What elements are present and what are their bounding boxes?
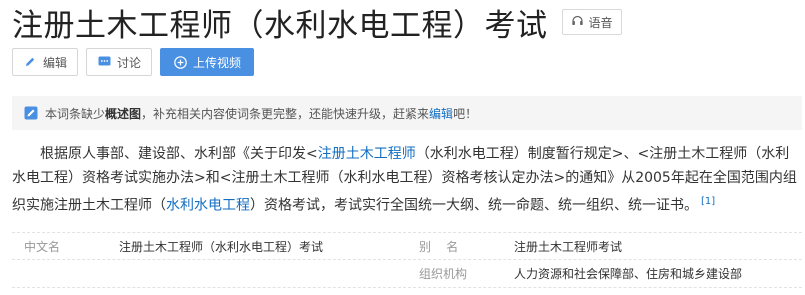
- speaker-icon: [571, 14, 589, 30]
- info-value-organization: 人力资源和社会保障部、住房和城乡建设部: [514, 267, 743, 281]
- discuss-button[interactable]: 讨论: [86, 48, 153, 76]
- upload-video-button[interactable]: 上传视频: [160, 48, 255, 76]
- info-row: 组织机构 人力资源和社会保障部、住房和城乡建设部: [12, 260, 802, 288]
- notice-middle: ，补充相关内容使词条更完整，还能快速升级，赶紧来: [141, 106, 430, 121]
- edit-button[interactable]: 编辑: [12, 48, 79, 76]
- notice-suffix: 吧！: [453, 106, 478, 121]
- para-text-1: 根据原人事部、建设部、水利部《关于印发<: [40, 146, 318, 162]
- toolbar: 编辑 讨论 上传视频: [12, 48, 255, 76]
- notice-bold: 概述图: [105, 106, 142, 121]
- info-value-chinese-name: 注册土木工程师（水利水电工程）考试: [119, 239, 324, 254]
- voice-button[interactable]: 语音: [561, 9, 622, 35]
- info-key-chinese-name: 中文名: [24, 239, 61, 254]
- notice-edit-link[interactable]: 编辑: [429, 105, 453, 122]
- edit-label: 编辑: [43, 55, 68, 70]
- summary-paragraph: 根据原人事部、建设部、水利部《关于印发<注册土木工程师（水利水电工程）制度暂行规…: [12, 142, 802, 218]
- para-text-3: ）资格考试，考试实行全国统一大纲、统一命题、统一组织、统一证书。: [250, 197, 698, 214]
- link-civil-engineer[interactable]: 注册土木工程师: [318, 146, 416, 162]
- chat-icon: [97, 55, 111, 69]
- edit-note-icon: [24, 106, 38, 120]
- discuss-label: 讨论: [117, 55, 142, 70]
- info-row: 中文名 注册土木工程师（水利水电工程）考试 别 名 注册土木工程师考试: [12, 232, 802, 260]
- title-row: 注册土木工程师（水利水电工程）考试 语音: [12, 0, 622, 44]
- plus-circle-icon: [173, 55, 187, 69]
- link-water-conservancy[interactable]: 水利水电工程: [166, 198, 250, 214]
- missing-image-notice: 本词条缺少 概述图 ，补充相关内容使词条更完整，还能快速升级，赶紧来 编辑 吧！: [12, 96, 802, 130]
- pencil-icon: [23, 55, 37, 69]
- upload-video-label: 上传视频: [193, 55, 242, 70]
- info-key-organization: 组织机构: [419, 267, 468, 281]
- page-title: 注册土木工程师（水利水电工程）考试: [12, 7, 548, 44]
- info-key-alias: 别 名: [419, 239, 459, 254]
- notice-prefix: 本词条缺少: [45, 106, 106, 121]
- info-value-alias: 注册土木工程师考试: [514, 239, 623, 254]
- voice-label: 语音: [588, 15, 613, 30]
- reference-1[interactable]: [1]: [701, 196, 715, 207]
- basic-info-table: 中文名 注册土木工程师（水利水电工程）考试 别 名 注册土木工程师考试 组织机构…: [12, 232, 802, 288]
